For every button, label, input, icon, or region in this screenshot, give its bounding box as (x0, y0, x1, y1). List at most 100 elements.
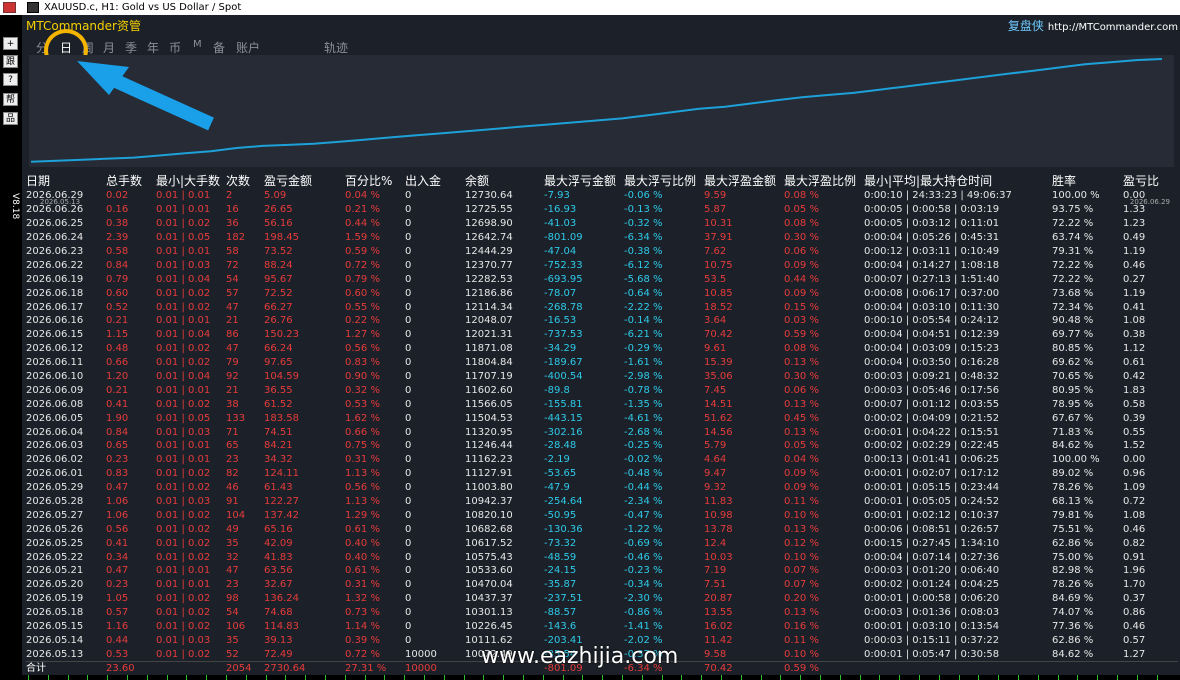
table-row[interactable]: 2026.05.27 1.06 0.01 | 0.02 104 137.42 1.29 %… (26, 508, 1178, 522)
cell-count: 58 (226, 246, 239, 257)
header-hold-time[interactable]: 最小|平均|最大持仓时间 (864, 172, 1014, 189)
table-row[interactable]: 2026.06.15 1.15 0.01 | 0.04 86 150.23 1.27 % 0… (26, 328, 1178, 342)
table-row[interactable]: 2026.06.16 0.21 0.01 | 0.01 21 26.76 0.22 % 0 1… (26, 314, 1178, 328)
cell-max-float-profit-pct: 0.13 % (784, 523, 819, 535)
table-row[interactable]: 2026.05.26 0.56 0.01 | 0.02 49 65.16 0.61 % 0 1… (26, 522, 1178, 536)
cell-date: 2026.06.19 (26, 273, 84, 285)
header-pl-ratio[interactable]: 盈亏比 (1123, 172, 1178, 189)
table-row[interactable]: 2026.06.09 0.21 0.01 | 0.01 21 36.55 0.32 % 0 1… (26, 383, 1178, 397)
total-win-rate (1052, 660, 1123, 676)
cell-max-float-profit-pct: 0.09 % (784, 482, 819, 494)
tab-month[interactable]: 月 (103, 39, 115, 56)
cell-max-float-profit-pct: 0.08 % (784, 343, 819, 355)
table-row[interactable]: 2026.06.10 1.20 0.01 | 0.04 92 104.59 0.90 % 0… (26, 370, 1178, 384)
bottom-tick (1057, 675, 1059, 680)
cell-max-float-profit-pct: 0.07 % (784, 565, 819, 577)
tab-note[interactable]: 备 (213, 39, 225, 56)
bottom-tick (1136, 675, 1138, 680)
table-row[interactable]: 2026.06.26 0.16 0.01 | 0.01 16 26.65 0.21 % 0 1… (26, 203, 1178, 217)
cell-count: 32 (226, 551, 239, 563)
header-spacer[interactable] (1014, 172, 1052, 189)
table-row[interactable]: 2026.06.22 0.84 0.01 | 0.03 72 88.24 0.72 % 0 1… (26, 258, 1178, 272)
cell-count: 91 (226, 496, 239, 508)
table-row[interactable]: 2026.06.29 0.02 0.01 | 0.01 2 5.09 0.04 % 0 127… (26, 189, 1178, 203)
header-total-lots[interactable]: 总手数 (106, 172, 156, 189)
header-pct[interactable]: 百分比% (345, 172, 405, 189)
table-header: 日期 总手数 最小|大手数 次数 盈亏金额 百分比% 出入金 余额 最大浮亏金额 最大浮亏比例 最大… (26, 172, 1178, 189)
cell-pct: 0.32 % (345, 384, 380, 396)
table-row[interactable]: 2026.06.17 0.52 0.01 | 0.02 47 66.27 0.55 % 0 1… (26, 300, 1178, 314)
cell-pct: 0.56 % (345, 343, 380, 355)
tab-m[interactable]: M (193, 39, 202, 50)
help-icon[interactable]: ? (3, 73, 18, 86)
bottom-tick (740, 675, 742, 680)
table-row[interactable]: 2026.06.12 0.48 0.01 | 0.02 47 66.24 0.56 % 0 1… (26, 342, 1178, 356)
cell-max-float-profit-pct: 0.08 % (784, 190, 819, 202)
bottom-tick (582, 675, 584, 680)
table-row[interactable]: 2026.06.05 1.90 0.01 | 0.05 133 183.58 1.62 %… (26, 411, 1178, 425)
header-min-max-lots[interactable]: 最小|大手数 (156, 172, 226, 189)
symbol-button[interactable]: 品 (3, 112, 18, 125)
tab-year[interactable]: 年 (147, 39, 159, 56)
cell-win-rate: 89.02 % (1052, 468, 1094, 480)
cell-min-max-lots: 0.01 | 0.01 (156, 246, 211, 257)
header-max-float-loss[interactable]: 最大浮亏金额 (544, 172, 624, 189)
tab-quarter[interactable]: 季 (125, 39, 137, 56)
table-row[interactable]: 2026.06.11 0.66 0.01 | 0.02 79 97.65 0.83 % 0 1… (26, 356, 1178, 370)
table-row[interactable]: 2026.06.19 0.79 0.01 | 0.04 54 95.67 0.79 % 0 1… (26, 272, 1178, 286)
table-row[interactable]: 2026.06.08 0.41 0.01 | 0.02 38 61.52 0.53 % 0 1… (26, 397, 1178, 411)
table-row[interactable]: 2026.05.20 0.23 0.01 | 0.01 23 32.67 0.31 % 0 1… (26, 578, 1178, 592)
cell-total-lots: 0.23 (106, 579, 129, 591)
header-max-float-profit-pct[interactable]: 最大浮盈比例 (784, 172, 864, 189)
table-row[interactable]: 2026.06.02 0.23 0.01 | 0.01 23 34.32 0.31 % 0 1… (26, 453, 1178, 467)
header-max-float-loss-pct[interactable]: 最大浮亏比例 (624, 172, 704, 189)
tab-currency[interactable]: 币 (169, 39, 181, 56)
header-max-float-profit[interactable]: 最大浮盈金额 (704, 172, 784, 189)
tab-track[interactable]: 轨迹 (324, 39, 348, 56)
cell-min-max-lots: 0.01 | 0.03 (156, 634, 211, 646)
cell-date: 2026.06.25 (26, 218, 84, 230)
equity-line (30, 58, 1163, 163)
cell-max-float-profit: 14.56 (704, 426, 733, 438)
header-deposit[interactable]: 出入金 (405, 172, 465, 189)
crosshair-icon[interactable]: + (3, 37, 18, 50)
table-row[interactable]: 2026.05.29 0.47 0.01 | 0.02 46 61.43 0.56 % 0 1… (26, 481, 1178, 495)
cell-count: 57 (226, 287, 239, 299)
table-row[interactable]: 2026.06.18 0.60 0.01 | 0.02 57 72.52 0.60 % 0 1… (26, 286, 1178, 300)
header-date[interactable]: 日期 (26, 172, 106, 189)
cell-max-float-loss-pct: -0.32 % (624, 218, 663, 230)
table-row[interactable]: 2026.06.23 0.58 0.01 | 0.01 58 73.52 0.59 % 0 1… (26, 245, 1178, 259)
cell-pnl: 88.24 (264, 259, 293, 271)
assist-button[interactable]: 帮 (3, 93, 18, 106)
cell-max-float-profit: 3.64 (704, 315, 727, 327)
table-row[interactable]: 2026.05.15 1.16 0.01 | 0.02 106 114.83 1.14 %… (26, 620, 1178, 634)
table-row[interactable]: 2026.06.04 0.84 0.01 | 0.03 71 74.51 0.66 % 0 1… (26, 425, 1178, 439)
daily-stats-table: 日期 总手数 最小|大手数 次数 盈亏金额 百分比% 出入金 余额 最大浮亏金额 最大浮亏比例 最大… (26, 172, 1178, 676)
header-win-rate[interactable]: 胜率 (1052, 172, 1123, 189)
tab-account[interactable]: 账户 (236, 39, 260, 56)
cell-hold-time: 0:00:03 | 0:01:36 | 0:08:03 (864, 607, 1000, 619)
table-row[interactable]: 2026.06.25 0.38 0.01 | 0.02 36 56.16 0.44 % 0 1… (26, 217, 1178, 231)
cell-max-float-loss: -41.03 (544, 218, 577, 230)
table-row[interactable]: 2026.05.19 1.05 0.01 | 0.02 98 136.24 1.32 % 0… (26, 592, 1178, 606)
header-count[interactable]: 次数 (226, 172, 264, 189)
total-max-float-profit: 70.42 (704, 660, 784, 676)
table-row[interactable]: 2026.06.24 2.39 0.01 | 0.05 182 198.45 1.59 %… (26, 231, 1178, 245)
table-row[interactable]: 2026.05.25 0.41 0.01 | 0.02 35 42.09 0.40 % 0 1… (26, 536, 1178, 550)
table-row[interactable]: 2026.05.28 1.06 0.01 | 0.03 91 122.27 1.13 % 0… (26, 495, 1178, 509)
cell-max-float-profit: 7.19 (704, 565, 727, 577)
table-row[interactable]: 2026.06.01 0.83 0.01 | 0.02 82 124.11 1.13 % 0… (26, 467, 1178, 481)
follow-button[interactable]: 跟 (3, 55, 18, 68)
bottom-tick (344, 675, 346, 680)
table-row[interactable]: 2026.06.03 0.65 0.01 | 0.01 65 84.21 0.75 % 0 1… (26, 439, 1178, 453)
table-row[interactable]: 2026.05.22 0.34 0.01 | 0.02 32 41.83 0.40 % 0 1… (26, 550, 1178, 564)
cell-pct: 0.04 % (345, 190, 380, 202)
cell-pl-ratio: 1.08 (1123, 509, 1146, 521)
brand-url[interactable]: http://MTCommander.com (1048, 22, 1178, 33)
table-row[interactable]: 2026.05.18 0.57 0.01 | 0.02 54 74.68 0.73 % 0 1… (26, 606, 1178, 620)
header-balance[interactable]: 余额 (465, 172, 544, 189)
header-pnl[interactable]: 盈亏金额 (264, 172, 345, 189)
cell-pl-ratio: 0.41 (1123, 301, 1146, 313)
table-row[interactable]: 2026.05.21 0.47 0.01 | 0.01 47 63.56 0.61 % 0 1… (26, 564, 1178, 578)
brand-title: MTCommander资管 (26, 19, 141, 33)
